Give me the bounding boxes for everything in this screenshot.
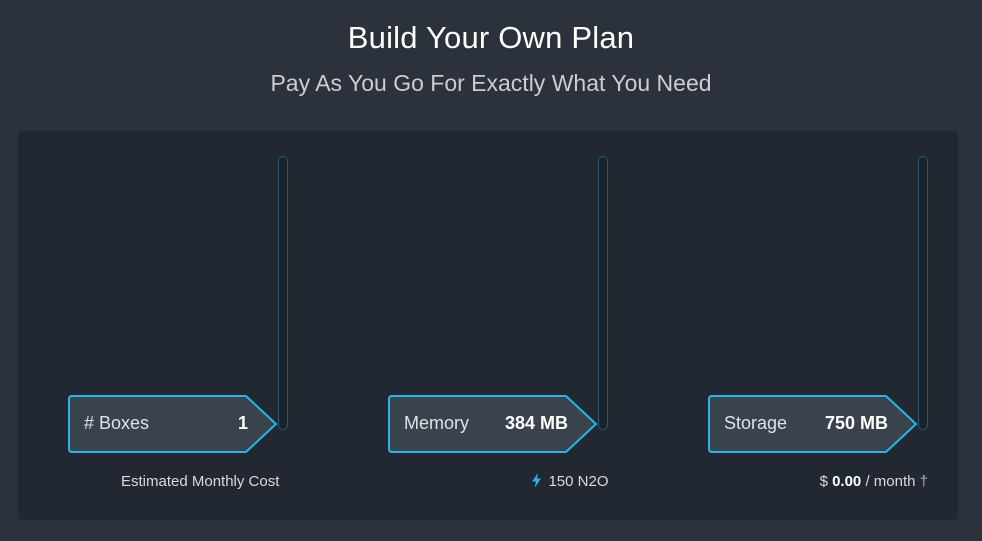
storage-slider-handle[interactable]: Storage 750 MB	[708, 395, 918, 453]
storage-slider: Storage 750 MB	[708, 131, 948, 520]
storage-label: Storage	[724, 413, 788, 433]
estimated-cost-label: Estimated Monthly Cost	[121, 473, 280, 490]
boxes-slider-handle[interactable]: # Boxes 1	[68, 395, 278, 453]
memory-slider: Memory 384 MB	[388, 131, 628, 520]
memory-slider-handle[interactable]: Memory 384 MB	[388, 395, 598, 453]
n2o-value: 150 N2O	[548, 473, 609, 490]
storage-slider-track[interactable]	[918, 156, 928, 430]
dagger-footnote: †	[919, 473, 928, 490]
memory-label: Memory	[404, 413, 470, 433]
memory-slider-track[interactable]	[598, 156, 608, 430]
boxes-slider: # Boxes 1	[68, 131, 308, 520]
memory-value: 384 MB	[504, 413, 568, 433]
n2o-amount: 150 N2O	[532, 473, 609, 491]
storage-value: 750 MB	[824, 413, 888, 433]
boxes-label: # Boxes	[84, 413, 150, 433]
page-subtitle: Pay As You Go For Exactly What You Need	[270, 70, 712, 96]
page-title: Build Your Own Plan	[347, 20, 635, 55]
lightning-bolt-icon	[532, 473, 545, 490]
plan-builder-panel: # Boxes 1 Memory 384 MB Storage 750 MB E…	[18, 131, 958, 520]
currency-symbol: $	[819, 473, 828, 490]
cost-value: 0.00	[832, 473, 862, 490]
monthly-cost: $ 0.00 / month †	[820, 473, 928, 490]
boxes-value: 1	[237, 413, 248, 433]
per-month-label: / month	[865, 473, 916, 490]
boxes-slider-track[interactable]	[278, 156, 288, 430]
